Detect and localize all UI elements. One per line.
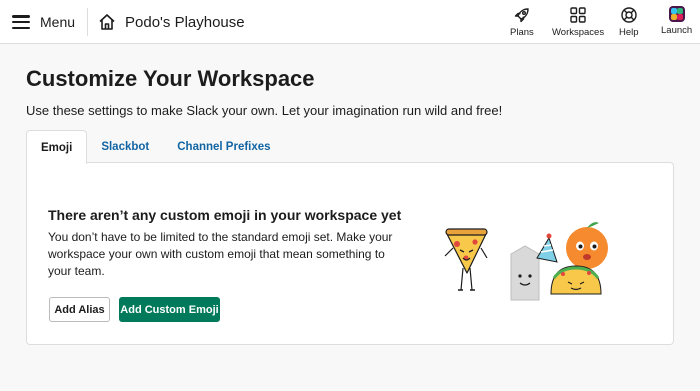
tab-slackbot[interactable]: Slackbot	[87, 130, 163, 163]
add-custom-emoji-button[interactable]: Add Custom Emoji	[119, 297, 220, 322]
nav-launch[interactable]: Launch	[661, 6, 692, 36]
nav-plans-label: Plans	[510, 27, 534, 38]
nav-help[interactable]: Help	[619, 6, 639, 38]
pizza-character	[444, 228, 488, 291]
workspace-home-link[interactable]: Podo's Playhouse	[97, 10, 245, 34]
menu-label: Menu	[40, 14, 76, 30]
slack-logo-icon	[668, 6, 685, 22]
tab-channel-prefixes[interactable]: Channel Prefixes	[163, 130, 284, 163]
nav-workspaces-label: Workspaces	[552, 27, 605, 38]
grid-icon	[570, 7, 586, 23]
lifebuoy-icon	[621, 7, 637, 23]
party-hat	[536, 233, 558, 263]
header-divider	[87, 8, 88, 36]
hamburger-icon	[12, 15, 30, 29]
workspace-name: Podo's Playhouse	[125, 13, 245, 31]
add-alias-button[interactable]: Add Alias	[49, 297, 110, 322]
tab-bar: Emoji Slackbot Channel Prefixes	[26, 130, 285, 164]
orange-character	[566, 222, 608, 269]
box-character	[510, 245, 540, 301]
emoji-characters-illustration	[444, 222, 608, 301]
empty-state-description: You don’t have to be limited to the stan…	[48, 230, 393, 278]
page-title: Customize Your Workspace	[26, 66, 315, 91]
home-icon	[99, 14, 115, 30]
empty-state-title: There aren’t any custom emoji in your wo…	[48, 207, 402, 223]
nav-workspaces[interactable]: Workspaces	[552, 6, 604, 38]
page-subtitle: Use these settings to make Slack your ow…	[26, 103, 503, 118]
emoji-panel: There aren’t any custom emoji in your wo…	[26, 162, 674, 345]
taco-character	[550, 265, 602, 295]
nav-help-label: Help	[619, 27, 639, 38]
nav-plans[interactable]: Plans	[510, 6, 534, 38]
nav-launch-label: Launch	[661, 25, 693, 36]
top-bar: Menu Podo's Playhouse Plans Workspaces H…	[0, 0, 700, 44]
tab-emoji[interactable]: Emoji	[26, 130, 88, 164]
menu-button[interactable]: Menu	[12, 10, 75, 34]
rocket-icon	[514, 8, 529, 23]
